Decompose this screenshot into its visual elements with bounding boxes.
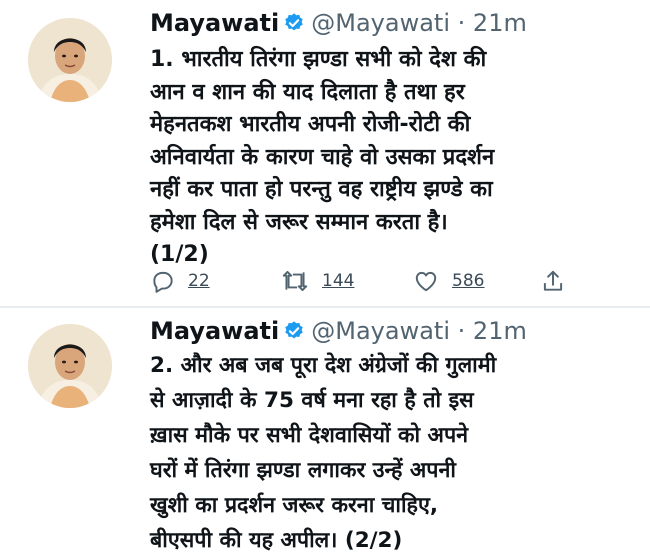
- header-separator: ·: [457, 317, 466, 345]
- tweet-text: 1. भारतीय तिरंगा झण्डा सभी को देश की आन …: [150, 44, 645, 272]
- tweet-text-line: खुशी का प्रदर्शन जरूर करना चाहिए,: [150, 493, 439, 518]
- author-handle[interactable]: @Mayawati: [311, 9, 450, 37]
- retweet-count: 144: [322, 271, 355, 291]
- reply-icon: [150, 268, 176, 294]
- tweet-text-line: घरों में तिरंगा झण्डा लगाकर उन्हें अपनी: [150, 458, 456, 483]
- like-button[interactable]: 586: [412, 266, 484, 296]
- tweet-text-line: 1. भारतीय तिरंगा झण्डा सभी को देश की: [150, 47, 487, 72]
- retweet-button[interactable]: 144: [280, 266, 354, 296]
- timestamp[interactable]: 21m: [473, 317, 527, 345]
- tweet-text-line: बीएसपी की यह अपील। (2/2): [150, 528, 403, 553]
- timestamp[interactable]: 21m: [473, 9, 527, 37]
- author-name[interactable]: Mayawati: [150, 9, 279, 37]
- tweet-text-line: आन व शान की याद दिलाता है तथा हर: [150, 79, 465, 105]
- tweet-text-line: से आज़ादी के 75 वर्ष मना रहा है तो इस: [150, 388, 474, 413]
- tweet-1[interactable]: Mayawati @Mayawati · 21m 1. भारतीय तिरंगा…: [0, 0, 650, 308]
- tweet-text-line: नहीं कर पाता हो परन्तु वह राष्ट्रीय झण्ड…: [150, 177, 493, 202]
- tweet-text: 2. और अब जब पूरा देश अंग्रेजों की गुलामी…: [150, 348, 645, 558]
- verified-badge-icon: [283, 317, 305, 351]
- tweet-header: Mayawati @Mayawati · 21m: [150, 6, 640, 43]
- tweet-text-line: ख़ास मौके पर सभी देशवासियों को अपने: [150, 423, 469, 448]
- tweet-text-line: अनिवार्यता के कारण चाहे वो उसका प्रदर्शन: [150, 144, 495, 170]
- tweet-text-line: 2. और अब जब पूरा देश अंग्रेजों की गुलामी: [150, 353, 497, 378]
- tweet-2[interactable]: Mayawati @Mayawati · 21m 2. और अब जब पूरा…: [0, 308, 650, 553]
- reply-count: 22: [188, 271, 210, 291]
- avatar[interactable]: [28, 18, 112, 102]
- author-handle[interactable]: @Mayawati: [311, 317, 450, 345]
- reply-button[interactable]: 22: [150, 266, 210, 296]
- tweet-actions: 22 144 586: [150, 266, 580, 296]
- like-icon: [412, 268, 440, 294]
- tweet-text-line: हमेशा दिल से जरूर सम्मान करता है।: [150, 209, 448, 235]
- tweet-header: Mayawati @Mayawati · 21m: [150, 314, 640, 351]
- verified-badge-icon: [283, 9, 305, 43]
- like-count: 586: [452, 271, 485, 291]
- author-name[interactable]: Mayawati: [150, 317, 279, 345]
- share-button[interactable]: [540, 266, 566, 296]
- header-separator: ·: [457, 9, 466, 37]
- tweet-text-line: मेहनतकश भारतीय अपनी रोजी-रोटी की: [150, 112, 471, 137]
- avatar[interactable]: [28, 324, 112, 408]
- retweet-icon: [280, 268, 310, 294]
- share-icon: [540, 268, 566, 294]
